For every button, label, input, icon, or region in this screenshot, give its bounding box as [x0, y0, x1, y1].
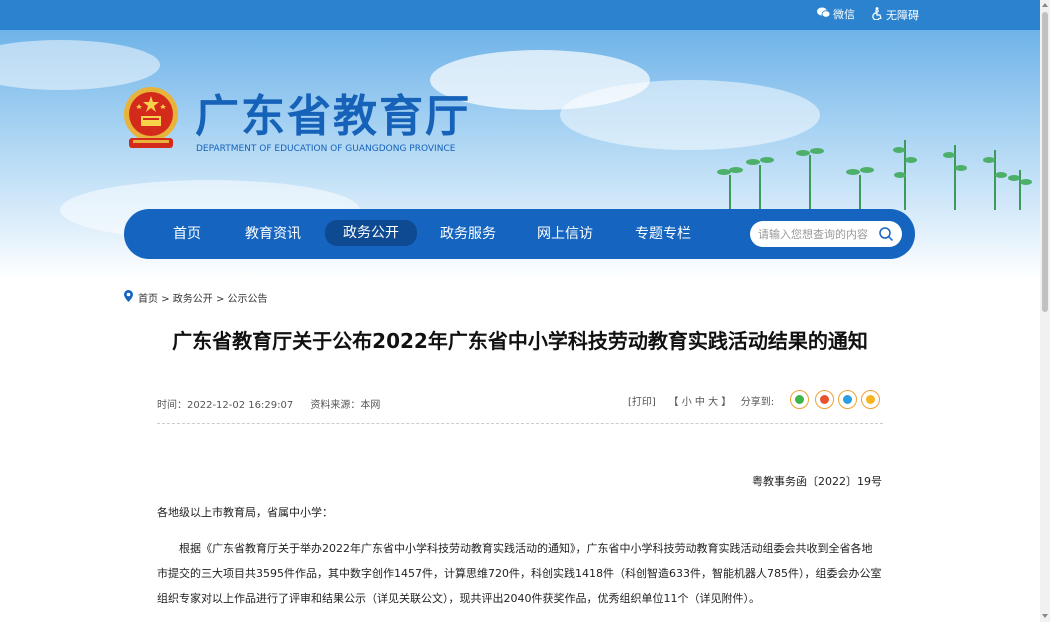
breadcrumb-government-affairs[interactable]: 政务公开 — [173, 294, 213, 305]
article-source: 资料来源：本网 — [310, 400, 381, 411]
search-icon[interactable] — [878, 226, 894, 242]
nav-item-government-services[interactable]: 政务服务 — [437, 223, 499, 245]
share-label: 分享到: — [740, 397, 775, 408]
print-button[interactable]: [打印] — [628, 397, 656, 408]
salutation: 各地级以上市教育局，省属中小学： — [157, 506, 333, 519]
divider — [157, 423, 883, 424]
breadcrumb: 首页 > 政务公开 > 公示公告 — [124, 290, 268, 306]
breadcrumb-home[interactable]: 首页 — [138, 294, 158, 305]
article-paragraph: 根据《广东省教育厅关于举办2022年广东省中小学科技劳动教育实践活动的通知》，广… — [157, 542, 882, 605]
sprouts-decoration-icon — [717, 140, 1032, 210]
wechat-icon — [817, 7, 831, 23]
accessibility-label: 无障碍 — [886, 9, 919, 22]
wechat-label: 微信 — [833, 8, 855, 21]
publish-time: 时间：2022-12-02 16:29:07 — [157, 400, 294, 411]
site-title: 广东省教育厅 — [195, 91, 471, 142]
share-wechat-button[interactable] — [790, 390, 809, 409]
breadcrumb-announcements[interactable]: 公示公告 — [228, 294, 268, 305]
document-number: 粤教事务函〔2022〕19号 — [752, 475, 882, 488]
font-size-selector[interactable]: 【 小 中 大 】 — [669, 397, 732, 408]
top-utility-bar: 微信 无障碍 — [0, 0, 1040, 30]
weibo-icon — [820, 395, 829, 404]
qq-icon — [843, 395, 852, 404]
accessibility-icon — [872, 7, 883, 25]
article-title: 广东省教育厅关于公布2022年广东省中小学科技劳动教育实践活动结果的通知 — [172, 329, 868, 353]
scrollbar-thumb[interactable] — [1042, 12, 1048, 312]
page-scrollbar[interactable] — [1040, 0, 1050, 622]
share-qzone-button[interactable] — [861, 390, 880, 409]
scroll-up-arrow-icon[interactable] — [1042, 3, 1048, 7]
share-qq-button[interactable] — [838, 390, 857, 409]
share-weibo-button[interactable] — [815, 390, 834, 409]
nav-item-home[interactable]: 首页 — [162, 223, 212, 245]
article-tools: [打印] 【 小 中 大 】 分享到: — [628, 392, 774, 414]
wechat-icon — [795, 395, 804, 404]
scroll-down-arrow-icon[interactable] — [1042, 614, 1048, 618]
nav-item-online-petition[interactable]: 网上信访 — [534, 223, 596, 245]
national-emblem-icon — [121, 82, 181, 154]
wechat-link[interactable]: 微信 — [817, 7, 855, 23]
nav-item-government-affairs[interactable]: 政务公开 — [325, 220, 417, 246]
nav-item-education-news[interactable]: 教育资讯 — [242, 223, 304, 245]
breadcrumb-separator: > — [161, 294, 170, 305]
nav-item-special-topics[interactable]: 专题专栏 — [632, 223, 694, 245]
site-subtitle: DEPARTMENT OF EDUCATION OF GUANGDONG PRO… — [196, 144, 456, 154]
breadcrumb-separator: > — [215, 294, 225, 305]
accessibility-link[interactable]: 无障碍 — [872, 7, 919, 23]
star-icon — [866, 395, 875, 404]
article-meta: 时间：2022-12-02 16:29:07 资料来源：本网 — [157, 396, 394, 411]
search-input[interactable]: 请输入您想查询的内容 — [758, 226, 868, 242]
location-pin-icon — [124, 290, 133, 308]
search-box[interactable]: 请输入您想查询的内容 — [750, 221, 902, 247]
